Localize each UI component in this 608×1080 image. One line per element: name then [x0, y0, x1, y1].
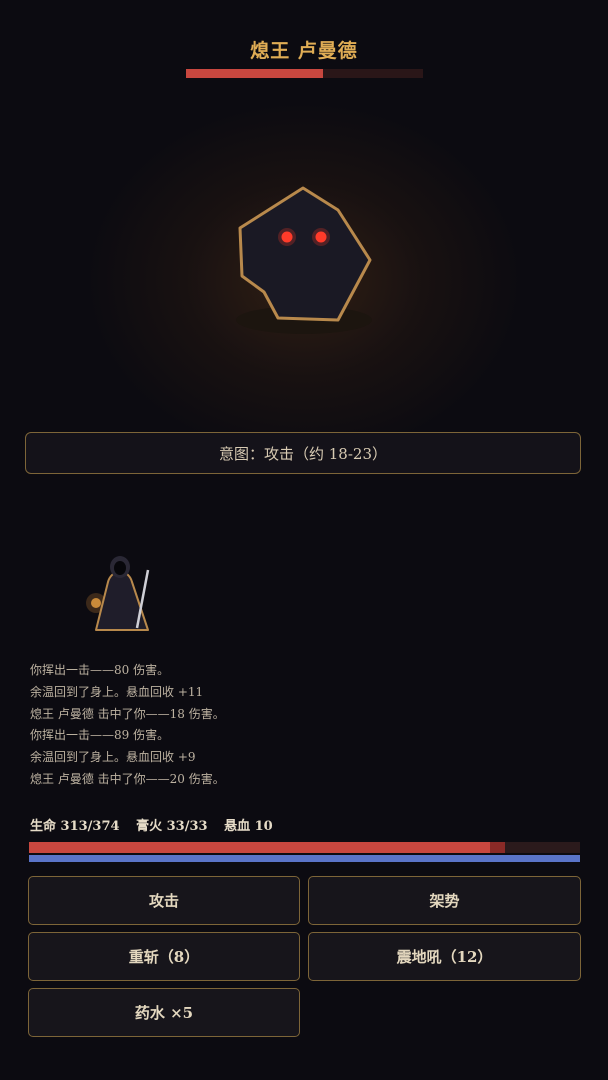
player-hang-blood-fill	[490, 842, 505, 853]
boss-health-bar	[186, 69, 423, 78]
player-health-fill	[29, 842, 491, 853]
combat-log: 你挥出一击——80 伤害。 余温回到了身上。悬血回收 +11 熄王 卢曼德 击中…	[30, 660, 570, 791]
battle-screen: 熄王 卢曼德 意图：攻击（约 18-23） 你挥出一击——80 伤害。 余温回到…	[0, 0, 608, 1080]
boss-sprite[interactable]	[226, 180, 386, 340]
lantern-icon	[91, 598, 101, 608]
player-fire-bar	[29, 855, 580, 862]
potion-button[interactable]: 药水 ×5	[28, 988, 300, 1037]
player-stats: 生命 313/374 膏火 33/33 悬血 10	[30, 815, 285, 834]
player-sprite	[86, 556, 150, 631]
boss-intent-panel: 意图：攻击（约 18-23）	[25, 432, 581, 474]
boss-eye-left	[281, 231, 293, 243]
log-line: 熄王 卢曼德 击中了你——18 伤害。	[30, 706, 225, 721]
boss-name: 熄王 卢曼德	[250, 40, 358, 62]
log-line: 你挥出一击——89 伤害。	[30, 728, 170, 743]
log-line: 熄王 卢曼德 击中了你——20 伤害。	[30, 771, 225, 786]
player-hang-blood-text: 悬血 10	[224, 819, 273, 834]
player-face	[114, 561, 126, 575]
boss-eye-right	[315, 231, 327, 243]
heavy-slash-button-label: 重斩（8）	[128, 948, 200, 966]
boss-health-fill	[186, 69, 324, 78]
quake-roar-button-label: 震地吼（12）	[396, 948, 493, 966]
player-cloak	[95, 569, 149, 631]
log-line: 余温回到了身上。悬血回收 +11	[30, 684, 204, 699]
player-hp-text: 生命 313/374	[30, 819, 120, 834]
player-health-bar	[29, 842, 580, 853]
stance-button-label: 架势	[429, 892, 460, 910]
log-line: 你挥出一击——80 伤害。	[30, 663, 170, 677]
player-fire-text: 膏火 33/33	[136, 819, 208, 834]
stance-button[interactable]: 架势	[308, 876, 581, 925]
log-line: 余温回到了身上。悬血回收 +9	[30, 750, 196, 765]
heavy-slash-button[interactable]: 重斩（8）	[28, 932, 300, 981]
boss-body	[238, 186, 372, 322]
attack-button-label: 攻击	[148, 892, 179, 910]
boss-intent-text: 意图：攻击（约 18-23）	[218, 444, 387, 463]
potion-button-label: 药水 ×5	[134, 1004, 194, 1022]
player-fire-fill	[29, 855, 580, 862]
quake-roar-button[interactable]: 震地吼（12）	[308, 932, 581, 981]
attack-button[interactable]: 攻击	[28, 876, 300, 925]
